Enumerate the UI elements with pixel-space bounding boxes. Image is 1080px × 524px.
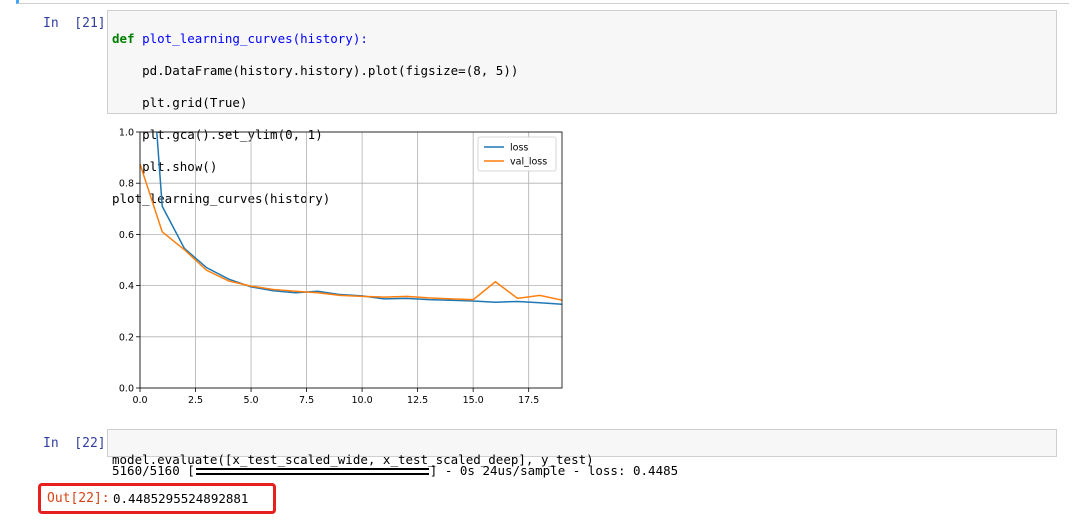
- stdout-progress: 5160/5160 [ ] - 0s 24us/sample - loss: 0.…: [112, 463, 678, 478]
- y-tick-label: 0.6: [119, 230, 134, 241]
- x-tick-label: 17.5: [518, 395, 539, 406]
- code-line: plt.grid(True): [112, 95, 248, 110]
- code-line: def plot_learning_curves(history):: [112, 31, 368, 46]
- progress-suffix: ] - 0s 24us/sample - loss: 0.4485: [429, 463, 679, 478]
- code-line: pd.DataFrame(history.history).plot(figsi…: [112, 63, 519, 78]
- selected-cell-edge: [16, 0, 1069, 4]
- series-line-val-loss: [140, 163, 562, 301]
- progress-bar: [195, 468, 429, 475]
- x-tick-label: 10.0: [352, 395, 373, 406]
- code-cell-22[interactable]: model.evaluate([x_test_scaled_wide, x_te…: [107, 429, 1057, 467]
- y-tick-label: 0.2: [119, 332, 134, 343]
- x-tick-label: 5.0: [243, 395, 258, 406]
- legend-label-loss: loss: [510, 143, 528, 154]
- input-prompt-22: In [22]:: [43, 436, 114, 451]
- red-highlight-box: [38, 483, 276, 514]
- x-tick-label: 0.0: [132, 395, 147, 406]
- y-tick-label: 0.0: [119, 384, 134, 395]
- legend-label-val-loss: val_loss: [510, 157, 547, 168]
- x-tick-label: 12.5: [407, 395, 428, 406]
- y-tick-label: 0.4: [119, 281, 134, 292]
- progress-prefix: 5160/5160 [: [112, 463, 195, 478]
- y-tick-label: 0.8: [119, 179, 134, 190]
- y-tick-label: 1.0: [119, 128, 134, 139]
- learning-curves-plot: 0.0 2.5 5.0 7.5 10.0 12.5 15.0 17.5 0.0 0.2 0.4 0.6…: [119, 128, 563, 406]
- x-tick-label: 2.5: [188, 395, 203, 406]
- x-tick-label: 15.0: [463, 395, 484, 406]
- code-cell-21[interactable]: def plot_learning_curves(history): pd.Da…: [107, 10, 1057, 206]
- x-tick-label: 7.5: [299, 395, 314, 406]
- input-prompt-21: In [21]:: [43, 16, 114, 31]
